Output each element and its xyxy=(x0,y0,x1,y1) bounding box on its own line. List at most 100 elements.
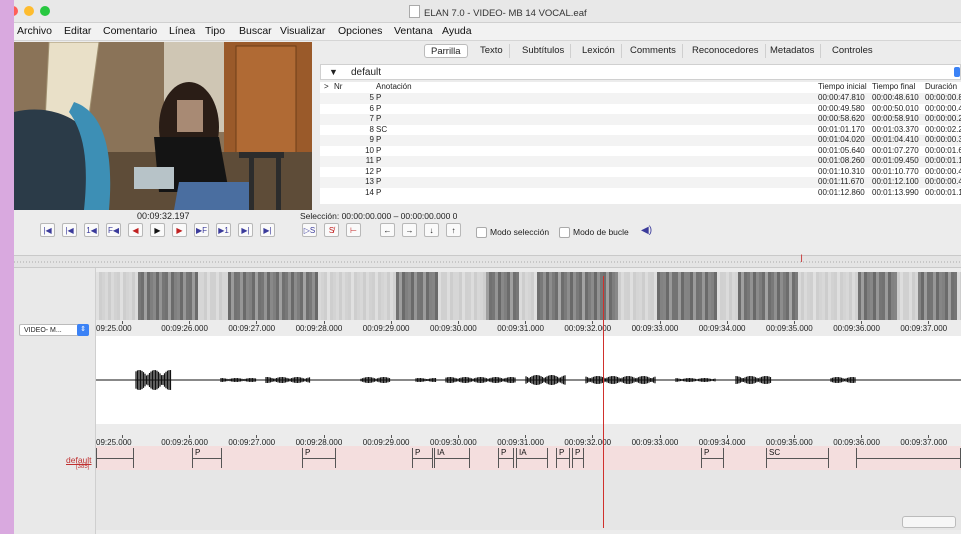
annotation-track[interactable]: P P P IA P IA P P P SC xyxy=(96,446,961,470)
zoom-slider[interactable] xyxy=(902,516,956,528)
annotation-segment[interactable]: SC xyxy=(766,448,829,468)
menu-tipo[interactable]: Tipo xyxy=(205,25,225,37)
sort-column-header[interactable]: > xyxy=(324,82,329,93)
move-down-button[interactable]: ↓ xyxy=(424,223,439,237)
play-button[interactable]: ▶ xyxy=(150,223,165,237)
dropdown-arrow-icon[interactable] xyxy=(954,67,960,77)
minimize-window-button[interactable] xyxy=(24,6,34,16)
dropdown-triangle-icon[interactable]: ▼ xyxy=(329,67,338,77)
move-right-button[interactable]: → xyxy=(402,223,417,237)
spectrogram-column xyxy=(135,272,138,320)
spectrogram-column xyxy=(891,272,894,320)
play-forward-button[interactable]: ▶ xyxy=(172,223,187,237)
spectrogram-column xyxy=(246,272,249,320)
tab-parrilla[interactable]: Parrilla xyxy=(424,44,468,58)
play-back-button[interactable]: ◀ xyxy=(128,223,143,237)
spectrogram-column xyxy=(243,272,246,320)
tab-comments[interactable]: Comments xyxy=(624,44,683,58)
menu-comentario[interactable]: Comentario xyxy=(103,25,157,37)
spectrogram-column xyxy=(303,272,306,320)
table-row[interactable]: 6P 00:00:49.580 00:00:50.010 00:00:00.430 xyxy=(320,104,961,115)
selection-boundary-button[interactable]: ⊢ xyxy=(346,223,361,237)
annotation-segment[interactable]: P xyxy=(498,448,514,468)
time-ruler-top[interactable]: 09:25.000 00:09:26.000 00:09:27.000 00:09:2… xyxy=(96,321,961,333)
tab-metadatos[interactable]: Metadatos xyxy=(764,44,822,58)
table-row[interactable]: 7P 00:00:58.620 00:00:58.910 00:00:00.290 xyxy=(320,114,961,125)
close-window-button[interactable] xyxy=(14,6,18,16)
nr-column-header[interactable]: Nr xyxy=(334,82,342,93)
volume-icon[interactable]: ◀) xyxy=(641,225,652,236)
move-left-button[interactable]: ← xyxy=(380,223,395,237)
waveform[interactable] xyxy=(96,336,961,424)
annotation-segment[interactable] xyxy=(96,448,134,468)
annotation-segment[interactable]: P xyxy=(572,448,584,468)
clear-selection-button[interactable]: S̸ xyxy=(324,223,339,237)
step-back-second-button[interactable]: 1◀ xyxy=(84,223,99,237)
table-row[interactable]: 10P 00:01:05.640 00:01:07.270 00:00:01.630 xyxy=(320,146,961,157)
tab-controles[interactable]: Controles xyxy=(826,44,879,58)
spectrogram-column xyxy=(309,272,312,320)
spectrogram-column xyxy=(165,272,168,320)
duration-column-header[interactable]: Duración xyxy=(925,82,957,93)
tab-texto[interactable]: Texto xyxy=(474,44,510,58)
previous-frame-button[interactable]: |◀ xyxy=(62,223,77,237)
menu-ventana[interactable]: Ventana xyxy=(394,25,433,37)
spectrogram-column xyxy=(942,272,945,320)
tab-reconocedores[interactable]: Reconocedores xyxy=(686,44,766,58)
spectrogram-column xyxy=(315,272,318,320)
overview-ticks xyxy=(14,261,961,263)
menu-ayuda[interactable]: Ayuda xyxy=(442,25,472,37)
tier-selector[interactable]: ▼ default xyxy=(320,64,961,80)
overview-strip[interactable]: I xyxy=(14,253,961,268)
spectrogram[interactable] xyxy=(96,272,961,320)
go-to-begin-button[interactable]: |◀ xyxy=(40,223,55,237)
annotation-segment[interactable] xyxy=(856,448,961,468)
annotation-segment[interactable]: P xyxy=(302,448,336,468)
loop-mode-checkbox[interactable] xyxy=(559,227,570,238)
play-selection-button[interactable]: ▷S xyxy=(302,223,317,237)
table-row[interactable]: 8SC 00:01:01.170 00:01:03.370 00:00:02.200 xyxy=(320,125,961,136)
annotation-segment[interactable]: P xyxy=(192,448,222,468)
table-row[interactable]: 12P 00:01:10.310 00:01:10.770 00:00:00.460 xyxy=(320,167,961,178)
spectrogram-column xyxy=(174,272,177,320)
table-row[interactable]: 5P 00:00:47.810 00:00:48.610 00:00:00.800 xyxy=(320,93,961,104)
table-row[interactable]: 14P 00:01:12.860 00:01:13.990 00:00:01.130 xyxy=(320,188,961,199)
menu-linea[interactable]: Línea xyxy=(169,25,195,37)
maximize-window-button[interactable] xyxy=(40,6,50,16)
annotation-segment[interactable]: P xyxy=(701,448,724,468)
playhead-cursor[interactable] xyxy=(603,276,604,528)
video-track-select[interactable]: VIDEO- M... ⇕ xyxy=(19,324,89,336)
annotation-segment[interactable]: P xyxy=(412,448,433,468)
annotation-segment[interactable]: IA xyxy=(516,448,548,468)
menu-archivo[interactable]: Archivo xyxy=(17,25,52,37)
selection-mode-label: Modo selección xyxy=(490,227,550,237)
table-row[interactable]: 13P 00:01:11.670 00:01:12.100 00:00:00.430 xyxy=(320,177,961,188)
spectrogram-column xyxy=(105,272,108,320)
menu-opciones[interactable]: Opciones xyxy=(338,25,382,37)
annotation-segment[interactable]: IA xyxy=(434,448,470,468)
annotation-segment[interactable]: P xyxy=(556,448,570,468)
tab-subtitulos[interactable]: Subtítulos xyxy=(516,44,572,58)
ruler-label: 00:09:37.000 xyxy=(900,324,948,333)
go-to-end-button[interactable]: ▶| xyxy=(260,223,275,237)
end-time-column-header[interactable]: Tiempo final xyxy=(872,82,915,93)
move-up-button[interactable]: ↑ xyxy=(446,223,461,237)
spectrogram-column xyxy=(117,272,120,320)
table-row[interactable]: 9P 00:01:04.020 00:01:04.410 00:00:00.390 xyxy=(320,135,961,146)
spectrogram-column xyxy=(621,272,624,320)
menu-visualizar[interactable]: Visualizar xyxy=(280,25,325,37)
table-row[interactable]: 11P 00:01:08.260 00:01:09.450 00:00:01.190 xyxy=(320,156,961,167)
step-back-frame-button[interactable]: F◀ xyxy=(106,223,121,237)
video-player[interactable] xyxy=(14,42,312,210)
menu-editar[interactable]: Editar xyxy=(64,25,91,37)
start-time-column-header[interactable]: Tiempo inicial xyxy=(818,82,867,93)
step-forward-second-button[interactable]: ▶1 xyxy=(216,223,231,237)
selection-mode-checkbox[interactable] xyxy=(476,227,487,238)
step-forward-frame-button[interactable]: ▶F xyxy=(194,223,209,237)
menu-buscar[interactable]: Buscar xyxy=(239,25,272,37)
select-arrow-icon[interactable]: ⇕ xyxy=(77,324,89,336)
annotation-column-header[interactable]: Anotación xyxy=(376,82,412,93)
spectrogram-column xyxy=(933,272,936,320)
next-frame-button[interactable]: ▶| xyxy=(238,223,253,237)
tab-lexicon[interactable]: Lexicón xyxy=(576,44,622,58)
